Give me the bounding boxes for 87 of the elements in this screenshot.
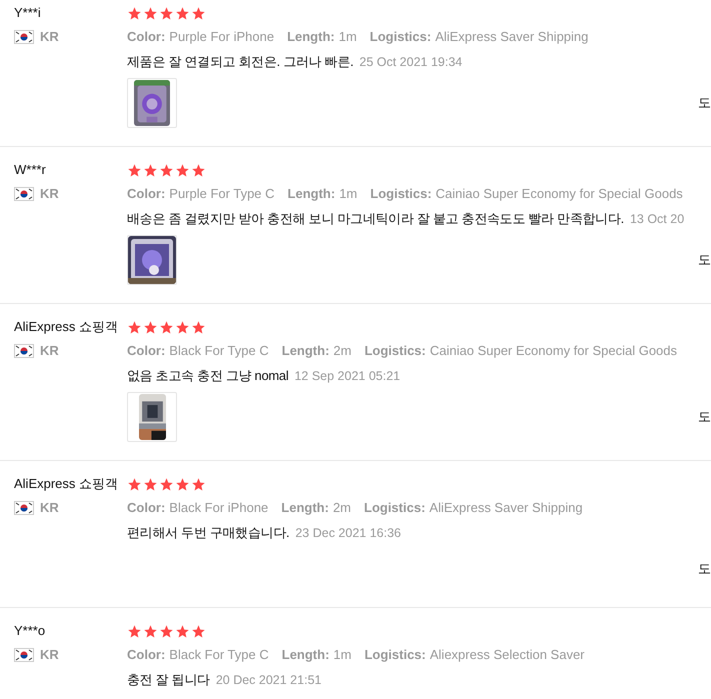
- attribute-label: Logistics:: [370, 185, 432, 204]
- attribute-value: Black For Type C: [169, 342, 269, 360]
- attribute-label: Color:: [127, 342, 166, 360]
- attribute-label: Length:: [287, 28, 335, 46]
- attribute-label: Color:: [127, 28, 166, 46]
- attribute-value: Purple For iPhone: [169, 28, 274, 46]
- country-code: KR: [40, 342, 59, 360]
- star-icon: [159, 162, 174, 178]
- review-date: 25 Oct 2021 19:34: [359, 54, 462, 71]
- side-label: 도: [698, 408, 711, 426]
- attribute-label: Color:: [127, 646, 166, 664]
- attribute-label: Logistics:: [370, 28, 432, 46]
- attribute-value: 2m: [333, 342, 352, 360]
- star-icon: [191, 476, 206, 492]
- star-icon: [127, 624, 142, 638]
- side-label: 도: [698, 251, 711, 270]
- review-comment: 배송은 좀 걸렸지만 받아 충전해 보니 마그네틱이라 잘 붙고 충전속도도 빨라 만족합니다.: [127, 210, 624, 228]
- star-icon: [127, 476, 142, 492]
- attribute-label: Length:: [281, 499, 329, 518]
- star-icon: [143, 476, 158, 492]
- side-label: 도: [698, 560, 711, 578]
- reviewer-name: Y***i: [14, 4, 41, 22]
- review-date: 23 Dec 2021 16:36: [295, 525, 401, 542]
- flag-icon: [14, 344, 34, 358]
- star-icon: [159, 320, 174, 334]
- review-comment: 제품은 잘 연결되고 회전은. 그러나 빠른.: [127, 53, 354, 71]
- attribute-label: Color:: [127, 499, 166, 518]
- star-icon: [175, 162, 190, 178]
- photo-thumbnail[interactable]: [127, 235, 177, 285]
- star-icon: [143, 320, 158, 334]
- attribute-value: 1m: [333, 646, 352, 664]
- review-date: 13 Oct 20: [630, 211, 684, 228]
- star-icon: [159, 476, 174, 492]
- flag-icon: [14, 30, 34, 44]
- star-icon: [175, 6, 190, 20]
- reviewer-name: W***r: [14, 161, 46, 179]
- attribute-label: Logistics:: [364, 499, 426, 518]
- photo-thumbnail[interactable]: [127, 78, 177, 128]
- review-date: 12 Sep 2021 05:21: [294, 368, 400, 385]
- attribute-value: Cainiao Super Economy for Special Goods: [436, 185, 683, 204]
- attribute-value: Black For iPhone: [169, 499, 268, 518]
- country-code: KR: [40, 499, 59, 518]
- attribute-label: Length:: [282, 646, 330, 664]
- country-code: KR: [40, 646, 59, 664]
- review-comment: 충전 잘 됩니다: [127, 671, 210, 689]
- attribute-label: Length:: [288, 185, 336, 204]
- review-comment: 편리해서 두번 구매했습니다.: [127, 524, 290, 542]
- attribute-value: 2m: [332, 499, 351, 518]
- attribute-label: Length:: [282, 342, 330, 360]
- attribute-value: AliExpress Saver Shipping: [429, 499, 583, 518]
- star-icon: [143, 162, 158, 178]
- photo-thumbnail[interactable]: [127, 392, 177, 442]
- star-icon: [143, 6, 158, 20]
- attribute-value: Aliexpress Selection Saver: [430, 646, 585, 664]
- attribute-value: Purple For Type C: [169, 185, 275, 204]
- attribute-value: AliExpress Saver Shipping: [435, 28, 588, 46]
- star-icon: [175, 476, 190, 492]
- attribute-value: Black For Type C: [169, 646, 269, 664]
- star-icon: [191, 320, 206, 334]
- review-date: 20 Dec 2021 21:51: [216, 672, 322, 689]
- country-code: KR: [40, 28, 59, 46]
- flag-icon: [14, 501, 34, 515]
- star-icon: [127, 6, 142, 20]
- attribute-label: Color:: [127, 185, 166, 204]
- attribute-label: Logistics:: [364, 646, 426, 664]
- review-comment: 없음 초고속 충전 그냥 nomal: [127, 367, 288, 385]
- attribute-value: 1m: [338, 28, 357, 46]
- reviewer-name: AliExpress 쇼핑객: [14, 318, 118, 336]
- attribute-value: Cainiao Super Economy for Special Goods: [430, 342, 678, 360]
- flag-icon: [14, 187, 34, 201]
- reviewer-name: AliExpress 쇼핑객: [14, 475, 118, 493]
- side-label: 도: [698, 94, 711, 112]
- star-icon: [159, 6, 174, 20]
- reviewer-name: Y***o: [14, 622, 46, 640]
- star-icon: [191, 162, 206, 178]
- star-icon: [175, 320, 190, 334]
- star-icon: [127, 320, 142, 334]
- star-icon: [175, 624, 190, 638]
- star-icon: [191, 6, 206, 20]
- attribute-value: 1m: [339, 185, 358, 204]
- star-icon: [127, 162, 142, 178]
- star-icon: [143, 624, 158, 638]
- country-code: KR: [40, 185, 59, 204]
- star-icon: [159, 624, 174, 638]
- attribute-label: Logistics:: [364, 342, 426, 360]
- star-icon: [191, 624, 206, 638]
- flag-icon: [14, 648, 34, 662]
